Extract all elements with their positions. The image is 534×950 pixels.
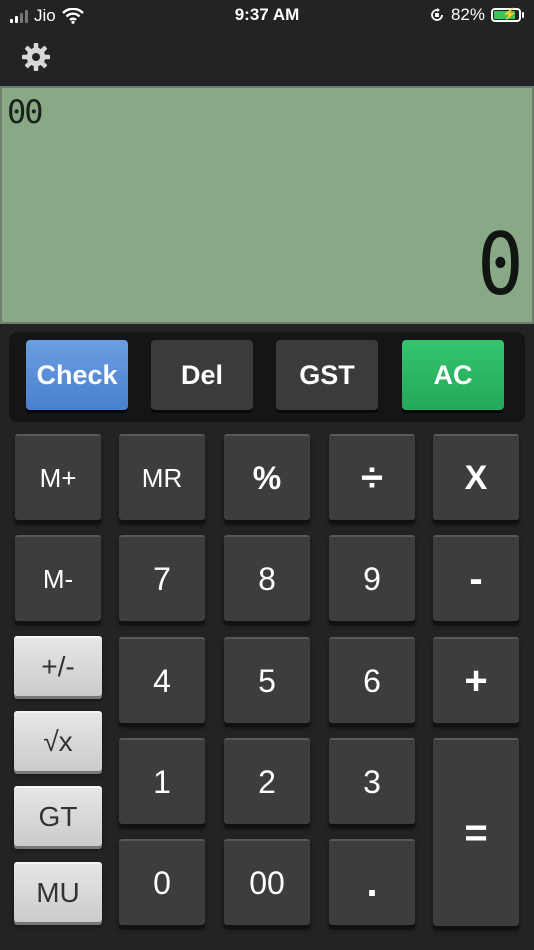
digit-8-button[interactable]: 8 xyxy=(224,535,310,621)
battery-percent: 82% xyxy=(450,5,485,24)
equals-button[interactable]: = xyxy=(433,738,519,926)
result-readout: 0 xyxy=(477,215,524,315)
calculator-display: 00 0 xyxy=(0,86,534,324)
digit-2-button[interactable]: 2 xyxy=(224,738,310,824)
digit-5-button[interactable]: 5 xyxy=(224,637,310,723)
digit-7-button[interactable]: 7 xyxy=(119,535,205,621)
digit-1-button[interactable]: 1 xyxy=(119,738,205,824)
percent-button[interactable]: % xyxy=(224,434,310,520)
digit-0-button[interactable]: 0 xyxy=(119,839,205,925)
grand-total-button[interactable]: GT xyxy=(14,786,102,846)
memory-readout: 00 xyxy=(7,93,44,131)
decimal-point-button[interactable]: . xyxy=(329,839,415,925)
digit-6-button[interactable]: 6 xyxy=(329,637,415,723)
square-root-button[interactable]: √x xyxy=(14,711,102,771)
gst-button[interactable]: GST xyxy=(276,340,378,410)
memory-recall-button[interactable]: MR xyxy=(119,434,205,520)
battery-icon: ⚡ xyxy=(491,7,521,22)
plus-minus-button[interactable]: +/- xyxy=(14,636,102,696)
status-right: 82% ⚡ xyxy=(429,5,524,25)
plus-button[interactable]: + xyxy=(433,637,519,723)
function-row: Check Del GST AC xyxy=(9,332,525,422)
divide-button[interactable]: ÷ xyxy=(329,434,415,520)
digit-4-button[interactable]: 4 xyxy=(119,637,205,723)
delete-button[interactable]: Del xyxy=(151,340,253,410)
status-bar: Jio 9:37 AM 82% ⚡ xyxy=(0,0,534,34)
multiply-button[interactable]: X xyxy=(433,434,519,520)
minus-button[interactable]: - xyxy=(433,535,519,621)
orientation-lock-icon xyxy=(431,8,443,21)
check-button[interactable]: Check xyxy=(26,340,128,410)
digit-9-button[interactable]: 9 xyxy=(329,535,415,621)
mark-up-button[interactable]: MU xyxy=(14,862,102,922)
all-clear-button[interactable]: AC xyxy=(402,340,504,410)
gear-icon[interactable] xyxy=(20,41,52,73)
memory-add-button[interactable]: M+ xyxy=(15,434,101,520)
double-zero-button[interactable]: 00 xyxy=(224,839,310,925)
digit-3-button[interactable]: 3 xyxy=(329,738,415,824)
memory-subtract-button[interactable]: M- xyxy=(15,535,101,621)
